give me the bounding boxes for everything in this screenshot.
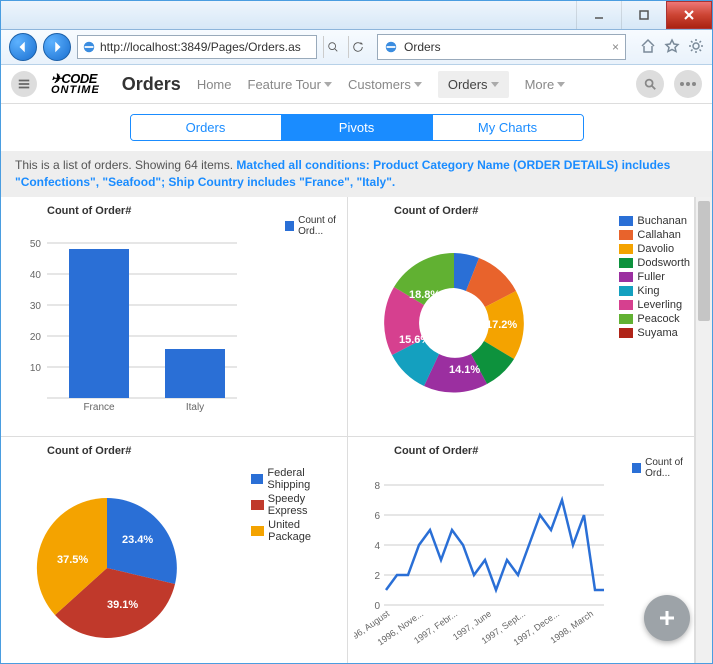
svg-text:40: 40 — [30, 270, 42, 281]
chart-pie-shipper[interactable]: Count of Order# 23.4% 39.1% 37.5% Federa… — [1, 437, 348, 663]
ie-icon — [384, 40, 398, 54]
pivot-charts-grid: Count of Order# 50 40 30 20 10 — [1, 197, 695, 663]
svg-text:23.4%: 23.4% — [122, 534, 153, 546]
browser-search-button[interactable] — [323, 36, 342, 58]
chart-title: Count of Order# — [47, 445, 341, 457]
bar-chart: 50 40 30 20 10 France Italy — [7, 223, 267, 413]
browser-toolbar: http://localhost:3849/Pages/Orders.as Or… — [1, 30, 712, 65]
svg-text:6: 6 — [374, 511, 380, 522]
search-button[interactable] — [636, 70, 664, 98]
filter-lead: This is a list of orders. Showing 64 ite… — [15, 158, 236, 172]
settings-icon[interactable] — [688, 38, 704, 57]
chevron-down-icon — [557, 82, 565, 87]
svg-text:17.2%: 17.2% — [486, 319, 517, 331]
svg-text:10: 10 — [30, 363, 42, 374]
nav-feature-tour[interactable]: Feature Tour — [248, 77, 332, 92]
nav-more[interactable]: More — [525, 77, 566, 92]
home-icon[interactable] — [640, 38, 656, 57]
window-titlebar — [1, 1, 712, 30]
chart-title: Count of Order# — [394, 445, 688, 457]
line-chart: 8 6 4 2 0 1996, August 1996, Nove. — [354, 463, 644, 663]
donut-chart: 18.8% 17.2% 14.1% 15.6% — [354, 223, 574, 413]
browser-tab[interactable]: Orders × — [377, 34, 626, 60]
nav-customers[interactable]: Customers — [348, 77, 422, 92]
svg-text:France: France — [83, 402, 115, 413]
svg-text:37.5%: 37.5% — [57, 554, 88, 566]
page-title: Orders — [122, 74, 181, 95]
window-close-button[interactable] — [666, 1, 712, 29]
browser-url: http://localhost:3849/Pages/Orders.as — [100, 40, 301, 54]
filter-summary: This is a list of orders. Showing 64 ite… — [1, 151, 712, 197]
svg-text:20: 20 — [30, 332, 42, 343]
seg-pivots[interactable]: Pivots — [281, 115, 432, 140]
seg-orders[interactable]: Orders — [131, 115, 281, 140]
scrollbar-thumb[interactable] — [698, 201, 710, 321]
legend-label: Count of Ord... — [645, 457, 688, 479]
window-minimize-button[interactable] — [576, 1, 621, 29]
svg-text:8: 8 — [374, 481, 380, 492]
svg-text:4: 4 — [374, 541, 380, 552]
svg-text:Italy: Italy — [186, 402, 204, 413]
pie-chart: 23.4% 39.1% 37.5% — [7, 463, 237, 653]
view-selector: Orders Pivots My Charts — [1, 104, 712, 151]
add-fab-button[interactable] — [644, 595, 690, 641]
window-maximize-button[interactable] — [621, 1, 666, 29]
app-logo: ✈CODE ONTIME — [51, 72, 100, 96]
svg-text:0: 0 — [374, 601, 380, 612]
svg-text:2: 2 — [374, 571, 380, 582]
chevron-down-icon — [324, 82, 332, 87]
chevron-down-icon — [491, 82, 499, 87]
nav-home[interactable]: Home — [197, 77, 232, 92]
seg-mycharts[interactable]: My Charts — [432, 115, 583, 140]
ie-icon — [82, 40, 96, 54]
chart-line-timeline[interactable]: Count of Order# 8 6 4 2 0 — [348, 437, 695, 663]
hamburger-menu-button[interactable] — [11, 71, 37, 97]
chart-bar-country[interactable]: Count of Order# 50 40 30 20 10 — [1, 197, 348, 437]
browser-refresh-button[interactable] — [348, 36, 367, 58]
svg-text:39.1%: 39.1% — [107, 599, 138, 611]
vertical-scrollbar[interactable] — [695, 197, 712, 663]
browser-back-button[interactable] — [9, 33, 37, 61]
svg-text:30: 30 — [30, 301, 42, 312]
browser-tab-title: Orders — [404, 40, 441, 54]
svg-text:14.1%: 14.1% — [449, 364, 480, 376]
nav-orders[interactable]: Orders — [438, 71, 509, 98]
svg-text:50: 50 — [30, 239, 42, 250]
app-header: ✈CODE ONTIME Orders Home Feature Tour Cu… — [1, 65, 712, 104]
chart-donut-employee[interactable]: Count of Order# 18.8% 17.2% 14.1% — [348, 197, 695, 437]
legend-label: Count of Ord... — [298, 215, 341, 237]
chevron-down-icon — [414, 82, 422, 87]
browser-address-bar[interactable]: http://localhost:3849/Pages/Orders.as — [77, 35, 317, 59]
favorites-icon[interactable] — [664, 38, 680, 57]
browser-forward-button[interactable] — [43, 33, 71, 61]
svg-text:15.6%: 15.6% — [399, 334, 430, 346]
svg-text:18.8%: 18.8% — [409, 289, 440, 301]
more-options-button[interactable] — [674, 70, 702, 98]
tab-close-icon[interactable]: × — [612, 40, 619, 54]
